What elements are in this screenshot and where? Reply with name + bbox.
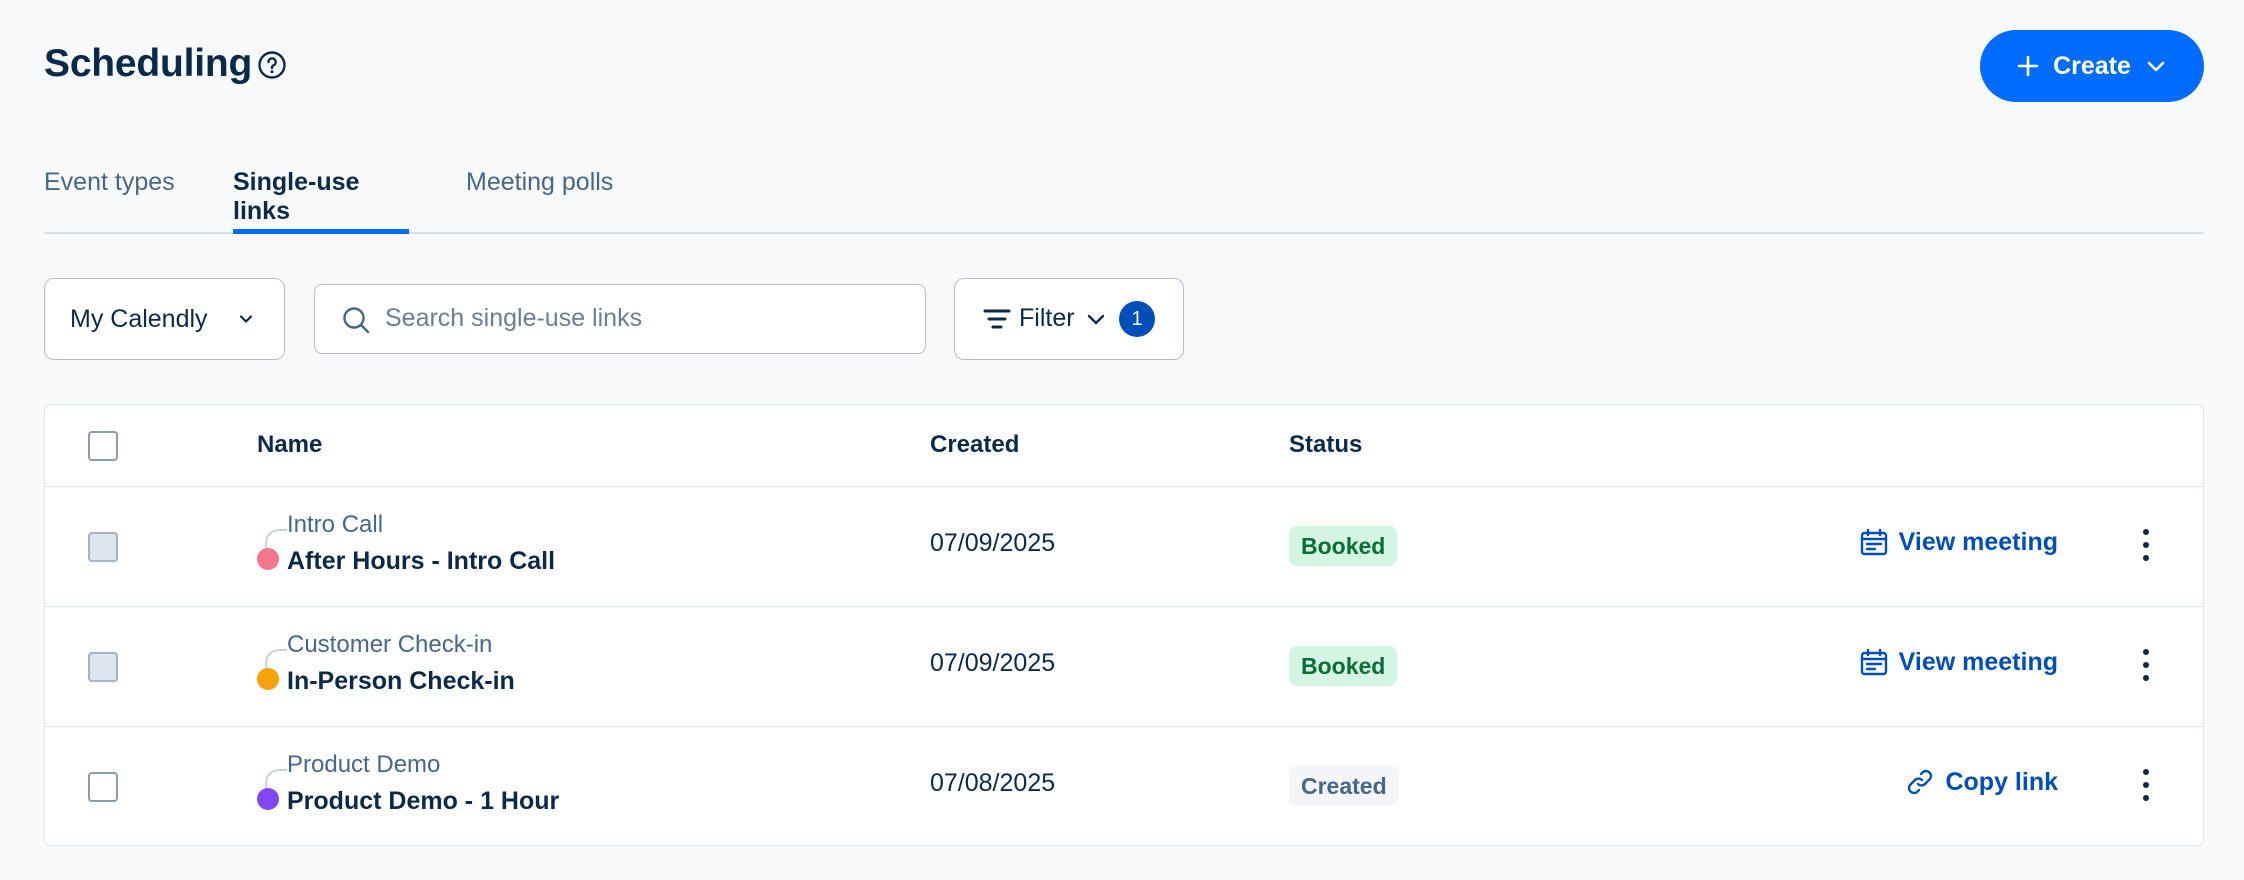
status-badge: Booked bbox=[1289, 646, 1398, 686]
create-button[interactable]: Create bbox=[1980, 30, 2204, 102]
created-date: 07/08/2025 bbox=[930, 769, 1056, 797]
created-date: 07/09/2025 bbox=[930, 649, 1056, 677]
copy-link-button[interactable]: Copy link bbox=[1905, 767, 2058, 797]
tab-meeting-polls[interactable]: Meeting polls bbox=[466, 168, 613, 232]
table-row[interactable]: Intro Call After Hours - Intro Call 07/0… bbox=[45, 487, 2203, 607]
chevron-down-icon bbox=[1087, 314, 1105, 325]
table-row[interactable]: Customer Check-in In-Person Check-in 07/… bbox=[45, 607, 2203, 727]
create-button-label: Create bbox=[2053, 51, 2131, 80]
calendar-icon bbox=[1860, 648, 1887, 676]
filter-label: Filter bbox=[1019, 304, 1075, 332]
more-options-icon[interactable] bbox=[2141, 529, 2151, 565]
view-meeting-button[interactable]: View meeting bbox=[1859, 527, 2058, 557]
search-input[interactable] bbox=[385, 285, 905, 352]
row-checkbox[interactable] bbox=[88, 652, 118, 682]
search-icon bbox=[343, 307, 370, 334]
filter-count-badge: 1 bbox=[1119, 301, 1155, 337]
calendar-select[interactable]: My Calendly bbox=[44, 278, 285, 360]
event-color-dot bbox=[257, 788, 279, 810]
calendar-icon bbox=[1860, 528, 1887, 556]
more-options-icon[interactable] bbox=[2141, 769, 2151, 805]
status-badge: Booked bbox=[1289, 526, 1398, 566]
link-icon bbox=[1908, 769, 1933, 795]
tab-bar: Event types Single-use links Meeting pol… bbox=[44, 160, 2204, 234]
single-use-links-table: Name Created Status Intro Call After Hou… bbox=[44, 404, 2204, 846]
page-title: Scheduling bbox=[44, 42, 253, 85]
toolbar: My Calendly Filter 1 bbox=[44, 278, 1344, 360]
status-badge: Created bbox=[1289, 766, 1399, 806]
search-box bbox=[314, 284, 926, 354]
column-header-status: Status bbox=[1289, 431, 1363, 458]
filter-button[interactable]: Filter 1 bbox=[954, 278, 1184, 360]
page-header: Scheduling Create bbox=[44, 30, 2204, 110]
calendar-select-value: My Calendly bbox=[70, 304, 208, 333]
chevron-down-icon bbox=[239, 315, 253, 323]
row-checkbox[interactable] bbox=[88, 772, 118, 802]
tab-event-types[interactable]: Event types bbox=[44, 168, 175, 232]
select-all-checkbox[interactable] bbox=[88, 431, 118, 461]
event-color-dot bbox=[257, 668, 279, 690]
event-color-dot bbox=[257, 548, 279, 570]
link-name[interactable]: In-Person Check-in bbox=[287, 667, 515, 696]
created-date: 07/09/2025 bbox=[930, 529, 1056, 557]
action-label: View meeting bbox=[1898, 647, 2058, 676]
table-row[interactable]: Product Demo Product Demo - 1 Hour 07/08… bbox=[45, 727, 2203, 845]
column-header-name: Name bbox=[257, 431, 323, 458]
more-options-icon[interactable] bbox=[2141, 649, 2151, 685]
action-label: Copy link bbox=[1945, 767, 2058, 796]
help-icon[interactable] bbox=[257, 50, 287, 80]
table-header: Name Created Status bbox=[45, 405, 2203, 487]
event-type-label: Customer Check-in bbox=[287, 631, 493, 658]
filter-icon bbox=[983, 309, 1011, 329]
link-name[interactable]: Product Demo - 1 Hour bbox=[287, 787, 559, 816]
plus-icon bbox=[2017, 55, 2039, 77]
event-type-label: Intro Call bbox=[287, 511, 384, 538]
column-header-created: Created bbox=[930, 431, 1020, 458]
link-name[interactable]: After Hours - Intro Call bbox=[287, 547, 555, 576]
tab-single-use-links[interactable]: Single-use links bbox=[233, 168, 409, 234]
action-label: View meeting bbox=[1898, 527, 2058, 556]
row-checkbox[interactable] bbox=[88, 532, 118, 562]
chevron-down-icon bbox=[2147, 61, 2165, 72]
event-type-label: Product Demo bbox=[287, 751, 441, 778]
view-meeting-button[interactable]: View meeting bbox=[1859, 647, 2058, 677]
